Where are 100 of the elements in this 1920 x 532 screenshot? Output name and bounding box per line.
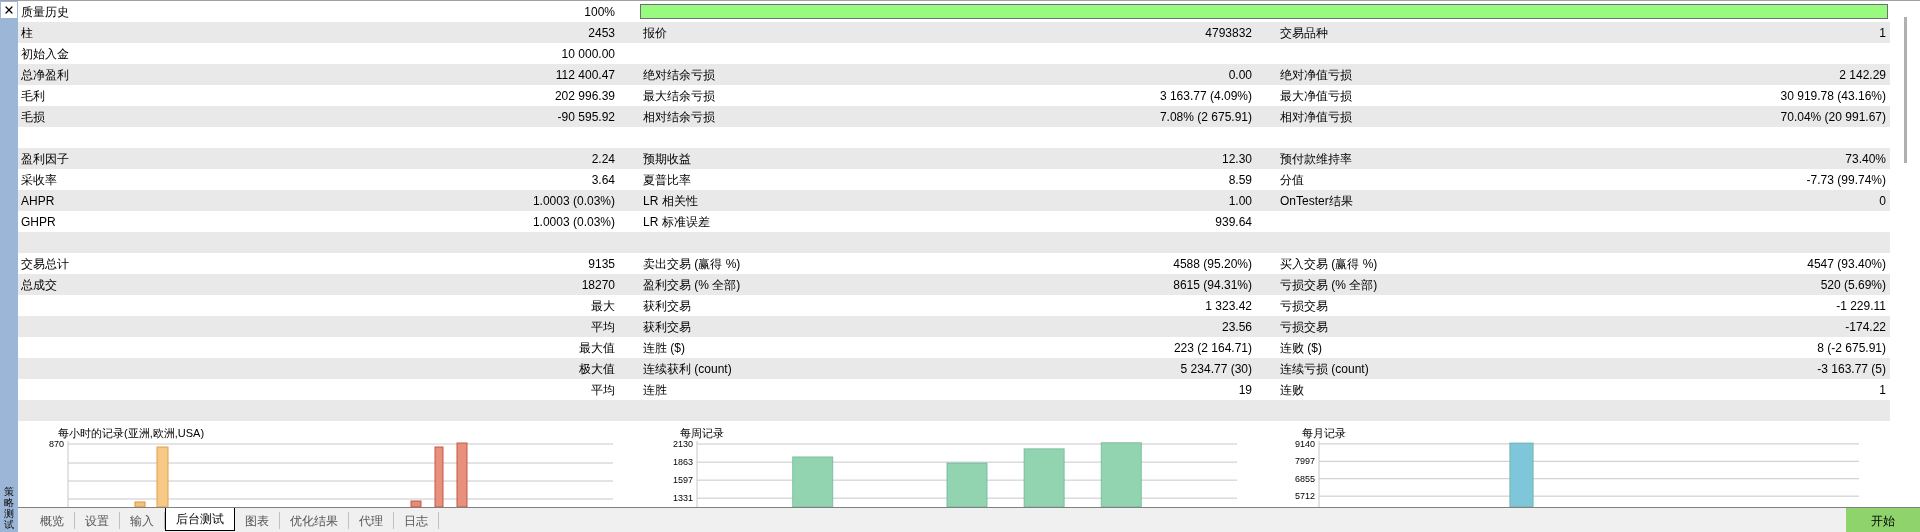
stat-label: 连胜	[643, 381, 667, 399]
stat-value: 23.56	[1221, 318, 1252, 336]
stat-label: 连败	[1280, 381, 1304, 399]
stat-label: 绝对结余亏损	[643, 66, 715, 84]
stat-value: 2453	[588, 24, 615, 42]
panel-title: 策略测试	[4, 486, 14, 530]
stat-label: 相对净值亏损	[1280, 108, 1352, 126]
stat-label: 亏损交易	[1280, 297, 1328, 315]
stat-value: 4547 (93.40%)	[1807, 255, 1886, 273]
chart-title: 每小时的记录(亚洲,欧洲,USA)	[58, 425, 205, 441]
stat-value: 2 142.29	[1839, 66, 1886, 84]
stat-label: 预付款维持率	[1280, 150, 1352, 168]
stat-value: -174.22	[1845, 318, 1886, 336]
stat-label: 连胜 ($)	[643, 339, 685, 357]
stat-value: 1.00	[1228, 192, 1252, 210]
stat-label: 总净盈利	[21, 66, 69, 84]
stat-label: 采收率	[21, 171, 57, 189]
chart-bar	[792, 456, 834, 507]
stat-value: 平均	[591, 381, 615, 399]
stat-label: OnTester结果	[1280, 192, 1353, 210]
stat-value: 70.04% (20 991.67)	[1780, 108, 1886, 126]
axis-tick-label: 5712	[1294, 491, 1315, 502]
stat-label: 亏损交易 (% 全部)	[1280, 276, 1378, 294]
stat-label: 柱	[21, 24, 33, 42]
stat-label: 绝对净值亏损	[1280, 66, 1352, 84]
stat-value: 2.24	[591, 150, 615, 168]
stat-label: 最大结余亏损	[643, 87, 715, 105]
chart-bar	[1100, 442, 1142, 507]
stat-label: 盈利交易 (% 全部)	[643, 276, 741, 294]
axis-tick-label: 870	[48, 441, 64, 449]
axis-tick-label: 1597	[672, 475, 693, 486]
stat-label: 总成交	[21, 276, 57, 294]
stat-value: 0.00	[1228, 66, 1252, 84]
tab[interactable]: 概览	[30, 512, 75, 529]
stat-label: 毛损	[21, 108, 45, 126]
chart-title: 每月记录	[1302, 425, 1346, 441]
stat-value: -3 163.77 (5)	[1817, 360, 1886, 378]
stat-value: 7.08% (2 675.91)	[1159, 108, 1252, 126]
stat-value: 1	[1879, 381, 1886, 399]
stat-value: 8615 (94.31%)	[1173, 276, 1252, 294]
tab[interactable]: 日志	[394, 512, 439, 529]
stat-label: 报价	[643, 24, 667, 42]
stat-label: 分值	[1280, 171, 1304, 189]
stat-label: 毛利	[21, 87, 45, 105]
axis-tick-label: 1863	[672, 457, 693, 468]
stat-value: -90 595.92	[557, 108, 615, 126]
stat-label: AHPR	[21, 192, 55, 210]
close-icon[interactable]	[1, 2, 17, 18]
chart-bar	[1509, 442, 1534, 507]
stat-label: 买入交易 (赢得 %)	[1280, 255, 1378, 273]
axis-tick-label: 6855	[1294, 473, 1315, 484]
stat-value: 1 323.42	[1205, 297, 1252, 315]
stat-value: 4588 (95.20%)	[1173, 255, 1252, 273]
chart-bar	[946, 462, 988, 507]
stat-value: 最大值	[579, 339, 615, 357]
stat-value: 8 (-2 675.91)	[1817, 339, 1886, 357]
stat-value: 30 919.78 (43.16%)	[1780, 87, 1886, 105]
stat-value: 最大	[591, 297, 615, 315]
stat-value: 1.0003 (0.03%)	[532, 192, 615, 210]
stat-value: 平均	[591, 318, 615, 336]
stat-value: 9135	[588, 255, 615, 273]
tab[interactable]: 设置	[75, 512, 120, 529]
stat-value: -7.73 (99.74%)	[1806, 171, 1886, 189]
stat-value: 19	[1238, 381, 1252, 399]
stat-value: 1	[1879, 24, 1886, 42]
start-button[interactable]: 开始	[1846, 508, 1920, 532]
stat-value: 100%	[584, 3, 615, 21]
tab[interactable]: 后台测试	[165, 508, 235, 531]
stat-value: 0	[1879, 192, 1886, 210]
axis-tick-label: 2130	[672, 441, 693, 450]
stat-value: 73.40%	[1845, 150, 1886, 168]
chart-bar	[456, 442, 468, 507]
stat-value: 8.59	[1228, 171, 1252, 189]
stat-label: 连败 ($)	[1280, 339, 1322, 357]
stat-value: 939.64	[1215, 213, 1252, 231]
stat-label: 卖出交易 (赢得 %)	[643, 255, 741, 273]
stat-label: 初始入金	[21, 45, 69, 63]
stat-value: 202 996.39	[554, 87, 615, 105]
stat-value: 10 000.00	[561, 45, 615, 63]
chart-title: 每周记录	[680, 425, 724, 441]
stat-value: 520 (5.69%)	[1820, 276, 1886, 294]
stat-label: 获利交易	[643, 297, 691, 315]
tab[interactable]: 代理	[349, 512, 394, 529]
stat-value: 3.64	[591, 171, 615, 189]
axis-tick-label: 1331	[672, 493, 693, 504]
stat-label: 质量历史	[21, 3, 69, 21]
stat-label: GHPR	[21, 213, 56, 231]
stat-label: 交易总计	[21, 255, 69, 273]
axis-tick-label: 9140	[1294, 441, 1315, 449]
tab[interactable]: 优化结果	[280, 512, 349, 529]
stat-label: 交易品种	[1280, 24, 1328, 42]
stat-label: LR 标准误差	[643, 213, 710, 231]
chart-bar	[434, 446, 444, 507]
stat-label: 预期收益	[643, 150, 691, 168]
axis-tick-label: 7997	[1294, 456, 1315, 467]
stat-value: 1.0003 (0.03%)	[532, 213, 615, 231]
stat-label: 获利交易	[643, 318, 691, 336]
stat-label: LR 相关性	[643, 192, 698, 210]
chart-bar	[156, 446, 169, 507]
tab[interactable]: 图表	[235, 512, 280, 529]
